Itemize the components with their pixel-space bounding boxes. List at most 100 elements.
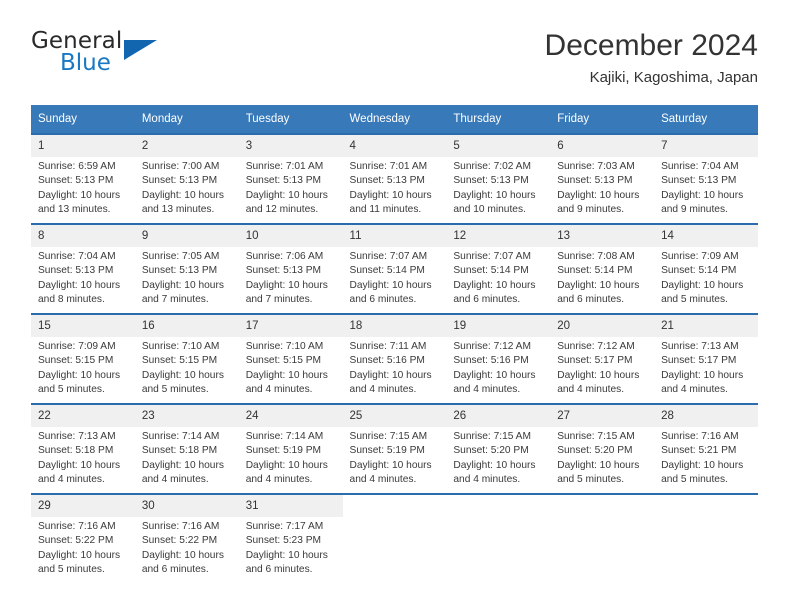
daylight-text-line1: Daylight: 10 hours (245, 549, 328, 561)
day-number: 7 (654, 135, 758, 157)
calendar-day-cell[interactable]: 3 Sunrise: 7:01 AM Sunset: 5:13 PM Daylight… (238, 133, 343, 224)
sunset-text: Sunset: 5:13 PM (245, 175, 322, 187)
sunrise-text: Sunrise: 7:13 AM (38, 431, 116, 442)
daylight-text-line2: and 5 minutes. (38, 384, 105, 396)
calendar-day-cell[interactable]: 27 Sunrise: 7:15 AM Sunset: 5:20 PM Dayligh… (550, 403, 655, 494)
calendar-day-cell[interactable]: 31 Sunrise: 7:17 AM Sunset: 5:23 PM Dayligh… (238, 493, 343, 583)
calendar-day-cell[interactable]: 6 Sunrise: 7:03 AM Sunset: 5:13 PM Daylight… (550, 133, 655, 224)
calendar-week-row: 15 Sunrise: 7:09 AM Sunset: 5:15 PM Dayligh… (31, 313, 758, 404)
daylight-text-line2: and 13 minutes. (141, 204, 215, 216)
calendar-day-cell[interactable]: 16 Sunrise: 7:10 AM Sunset: 5:15 PM Dayligh… (134, 313, 239, 404)
sunset-text: Sunset: 5:17 PM (557, 355, 633, 367)
daylight-text-line1: Daylight: 10 hours (453, 279, 536, 291)
sunset-text: Sunset: 5:13 PM (557, 175, 633, 187)
calendar-day-cell[interactable]: 5 Sunrise: 7:02 AM Sunset: 5:13 PM Daylight… (446, 133, 551, 224)
daylight-text-line1: Daylight: 10 hours (557, 189, 640, 201)
calendar-day-cell[interactable]: 26 Sunrise: 7:15 AM Sunset: 5:20 PM Dayligh… (446, 403, 551, 494)
daylight-text-line2: and 12 minutes. (245, 204, 319, 216)
cell-inner: 15 Sunrise: 7:09 AM Sunset: 5:15 PM Dayligh… (31, 315, 135, 403)
sunrise-text: Sunrise: 6:59 AM (38, 161, 116, 172)
calendar-day-cell[interactable]: 1 Sunrise: 6:59 AM Sunset: 5:13 PM Daylight… (31, 133, 135, 224)
calendar-day-cell[interactable]: 4 Sunrise: 7:01 AM Sunset: 5:13 PM Daylight… (342, 133, 447, 224)
calendar-day-cell[interactable]: 25 Sunrise: 7:15 AM Sunset: 5:19 PM Dayligh… (342, 403, 447, 494)
cell-inner: 9 Sunrise: 7:05 AM Sunset: 5:13 PM Daylight… (134, 225, 239, 313)
day-number: 25 (342, 405, 447, 427)
sunset-text: Sunset: 5:17 PM (661, 355, 737, 367)
calendar-body: 1 Sunrise: 6:59 AM Sunset: 5:13 PM Daylight… (31, 133, 758, 583)
day-number: 15 (31, 315, 135, 337)
calendar-day-cell[interactable]: 8 Sunrise: 7:04 AM Sunset: 5:13 PM Daylight… (31, 223, 135, 314)
calendar-day-cell[interactable]: 19 Sunrise: 7:12 AM Sunset: 5:16 PM Dayligh… (446, 313, 551, 404)
sunrise-text: Sunrise: 7:14 AM (141, 431, 220, 442)
day-details: Sunrise: 7:15 AM Sunset: 5:19 PM Daylight:… (343, 427, 447, 488)
calendar-day-cell[interactable]: 24 Sunrise: 7:14 AM Sunset: 5:19 PM Dayligh… (238, 403, 343, 494)
calendar-day-cell[interactable]: 21 Sunrise: 7:13 AM Sunset: 5:17 PM Dayligh… (654, 313, 758, 404)
day-number: 16 (134, 315, 239, 337)
day-details: Sunrise: 7:09 AM Sunset: 5:14 PM Daylight:… (654, 247, 758, 308)
cell-inner: 11 Sunrise: 7:07 AM Sunset: 5:14 PM Dayligh… (342, 225, 447, 313)
sunrise-text: Sunrise: 7:01 AM (349, 161, 428, 172)
sunrise-text: Sunrise: 7:06 AM (245, 251, 324, 262)
calendar-day-cell[interactable]: 30 Sunrise: 7:16 AM Sunset: 5:22 PM Dayligh… (134, 493, 239, 583)
sunrise-text: Sunrise: 7:04 AM (38, 251, 116, 262)
triangle-icon (124, 40, 157, 60)
cell-inner: 28 Sunrise: 7:16 AM Sunset: 5:21 PM Dayligh… (654, 405, 758, 493)
calendar-week-row: 8 Sunrise: 7:04 AM Sunset: 5:13 PM Daylight… (31, 223, 758, 314)
calendar-day-cell[interactable]: 2 Sunrise: 7:00 AM Sunset: 5:13 PM Daylight… (134, 133, 239, 224)
calendar-day-cell[interactable]: 13 Sunrise: 7:08 AM Sunset: 5:14 PM Dayligh… (550, 223, 655, 314)
daylight-text-line2: and 4 minutes. (453, 384, 521, 396)
calendar-day-cell[interactable]: 20 Sunrise: 7:12 AM Sunset: 5:17 PM Dayligh… (550, 313, 655, 404)
day-number: 12 (446, 225, 551, 247)
sunset-text: Sunset: 5:20 PM (453, 445, 529, 457)
cell-inner: 16 Sunrise: 7:10 AM Sunset: 5:15 PM Dayligh… (134, 315, 239, 403)
cell-inner: 5 Sunrise: 7:02 AM Sunset: 5:13 PM Daylight… (446, 135, 551, 223)
calendar-day-cell[interactable]: 18 Sunrise: 7:11 AM Sunset: 5:16 PM Dayligh… (342, 313, 447, 404)
cell-inner: 14 Sunrise: 7:09 AM Sunset: 5:14 PM Dayligh… (654, 225, 758, 313)
calendar-cell-empty (446, 493, 551, 583)
calendar-header-row: Sunday Monday Tuesday Wednesday Thursday Frid… (31, 105, 758, 134)
cell-inner: 18 Sunrise: 7:11 AM Sunset: 5:16 PM Dayligh… (342, 315, 447, 403)
day-number: 14 (654, 225, 758, 247)
sunset-text: Sunset: 5:23 PM (245, 535, 322, 547)
calendar-day-cell[interactable]: 11 Sunrise: 7:07 AM Sunset: 5:14 PM Dayligh… (342, 223, 447, 314)
cell-inner (446, 495, 551, 583)
calendar-day-cell[interactable]: 28 Sunrise: 7:16 AM Sunset: 5:21 PM Dayligh… (654, 403, 758, 494)
cell-inner: 6 Sunrise: 7:03 AM Sunset: 5:13 PM Daylight… (550, 135, 655, 223)
calendar-day-cell[interactable]: 29 Sunrise: 7:16 AM Sunset: 5:22 PM Dayligh… (31, 493, 135, 583)
sunrise-text: Sunrise: 7:05 AM (141, 251, 220, 262)
day-details: Sunrise: 7:07 AM Sunset: 5:14 PM Daylight:… (343, 247, 447, 308)
cell-inner: 26 Sunrise: 7:15 AM Sunset: 5:20 PM Dayligh… (446, 405, 551, 493)
day-details: Sunrise: 6:59 AM Sunset: 5:13 PM Daylight:… (31, 157, 135, 218)
day-number: 22 (31, 405, 135, 427)
calendar-day-cell[interactable]: 15 Sunrise: 7:09 AM Sunset: 5:15 PM Dayligh… (31, 313, 135, 404)
daylight-text-line1: Daylight: 10 hours (349, 189, 432, 201)
calendar-day-cell[interactable]: 14 Sunrise: 7:09 AM Sunset: 5:14 PM Dayligh… (654, 223, 758, 314)
calendar-day-cell[interactable]: 23 Sunrise: 7:14 AM Sunset: 5:18 PM Dayligh… (134, 403, 239, 494)
weekday-header-thursday: Thursday (446, 105, 551, 134)
day-details: Sunrise: 7:09 AM Sunset: 5:15 PM Daylight:… (31, 337, 135, 398)
cell-inner: 19 Sunrise: 7:12 AM Sunset: 5:16 PM Dayligh… (446, 315, 551, 403)
day-details: Sunrise: 7:13 AM Sunset: 5:18 PM Daylight:… (31, 427, 135, 488)
day-number: 17 (238, 315, 343, 337)
calendar-day-cell[interactable]: 10 Sunrise: 7:06 AM Sunset: 5:13 PM Dayligh… (238, 223, 343, 314)
calendar-day-cell[interactable]: 9 Sunrise: 7:05 AM Sunset: 5:13 PM Daylight… (134, 223, 239, 314)
calendar-day-cell[interactable]: 12 Sunrise: 7:07 AM Sunset: 5:14 PM Dayligh… (446, 223, 551, 314)
sunset-text: Sunset: 5:13 PM (245, 265, 322, 277)
sunset-text: Sunset: 5:15 PM (245, 355, 322, 367)
calendar-cell-empty (342, 493, 447, 583)
daylight-text-line2: and 4 minutes. (453, 474, 521, 486)
cell-inner: 12 Sunrise: 7:07 AM Sunset: 5:14 PM Dayligh… (446, 225, 551, 313)
sunrise-text: Sunrise: 7:03 AM (557, 161, 635, 172)
general-blue-logo[interactable]: General Blue (31, 28, 251, 86)
calendar-cell-empty (550, 493, 655, 583)
day-details: Sunrise: 7:03 AM Sunset: 5:13 PM Daylight:… (550, 157, 654, 218)
calendar-day-cell[interactable]: 7 Sunrise: 7:04 AM Sunset: 5:13 PM Daylight… (654, 133, 758, 224)
day-number: 2 (134, 135, 239, 157)
calendar-day-cell[interactable]: 17 Sunrise: 7:10 AM Sunset: 5:15 PM Dayligh… (238, 313, 343, 404)
calendar-day-cell[interactable]: 22 Sunrise: 7:13 AM Sunset: 5:18 PM Dayligh… (31, 403, 135, 494)
sunset-text: Sunset: 5:21 PM (661, 445, 737, 457)
logo-text-blue: Blue (60, 50, 111, 76)
cell-inner: 2 Sunrise: 7:00 AM Sunset: 5:13 PM Daylight… (134, 135, 239, 223)
daylight-text-line2: and 5 minutes. (141, 384, 209, 396)
day-details: Sunrise: 7:10 AM Sunset: 5:15 PM Daylight:… (239, 337, 343, 398)
